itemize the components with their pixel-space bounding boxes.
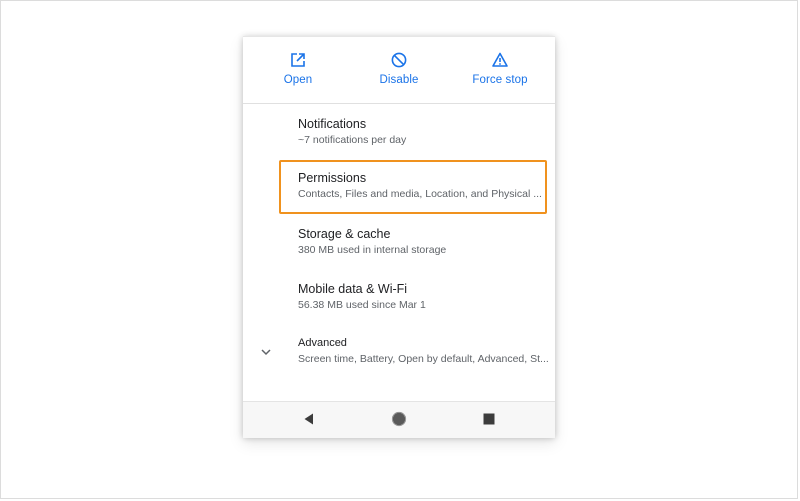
app-info-screen: Open Disable Force stop Notifications ~7… <box>243 36 555 438</box>
setting-subtitle: Contacts, Files and media, Location, and… <box>298 188 542 200</box>
setting-title: Advanced <box>298 337 347 349</box>
permissions-setting[interactable]: Permissions Contacts, Files and media, L… <box>243 171 555 221</box>
setting-subtitle: Screen time, Battery, Open by default, A… <box>298 353 548 365</box>
app-action-bar: Open Disable Force stop <box>243 37 555 104</box>
notifications-setting[interactable]: Notifications ~7 notifications per day <box>243 117 555 167</box>
chevron-down-icon <box>261 349 271 356</box>
open-button[interactable]: Open <box>248 51 348 95</box>
storage-cache-setting[interactable]: Storage & cache 380 MB used in internal … <box>243 227 555 277</box>
force-stop-button[interactable]: Force stop <box>450 51 550 95</box>
setting-title: Storage & cache <box>298 227 391 241</box>
force-stop-label: Force stop <box>472 74 528 86</box>
recents-square-icon[interactable] <box>481 411 497 427</box>
home-circle-icon[interactable] <box>391 411 407 427</box>
setting-subtitle: 56.38 MB used since Mar 1 <box>298 299 426 311</box>
mobile-data-wifi-setting[interactable]: Mobile data & Wi-Fi 56.38 MB used since … <box>243 282 555 332</box>
setting-title: Notifications <box>298 117 367 131</box>
disable-label: Disable <box>379 74 419 86</box>
open-in-new-icon <box>291 53 305 67</box>
warning-icon <box>492 52 508 67</box>
block-icon <box>391 52 407 68</box>
open-label: Open <box>283 74 313 86</box>
setting-title: Mobile data & Wi-Fi <box>298 282 408 296</box>
advanced-setting[interactable]: Advanced Screen time, Battery, Open by d… <box>243 337 555 387</box>
system-navigation-bar <box>243 401 555 438</box>
setting-title: Permissions <box>298 171 367 185</box>
disable-button[interactable]: Disable <box>349 51 449 95</box>
back-triangle-icon[interactable] <box>301 411 317 427</box>
setting-subtitle: ~7 notifications per day <box>298 134 407 146</box>
setting-subtitle: 380 MB used in internal storage <box>298 244 447 256</box>
